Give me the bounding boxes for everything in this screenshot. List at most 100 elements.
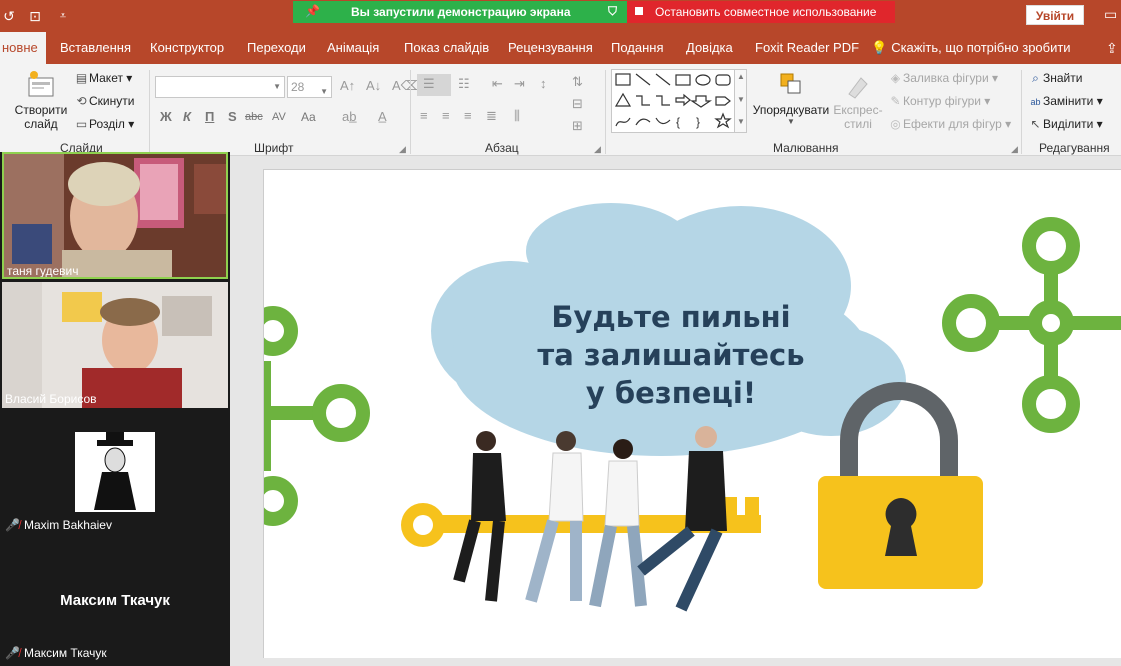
shield-icon: ⛉ (607, 4, 617, 18)
bullets-button[interactable]: ☰ (417, 74, 451, 96)
shadow-button[interactable]: S (228, 109, 237, 124)
section-icon: ▭ (75, 117, 88, 131)
login-button[interactable]: Увійти (1026, 5, 1084, 25)
align-center-icon[interactable]: ≡ (442, 108, 450, 123)
new-slide-label-line1: Створити (14, 103, 68, 117)
stop-share-label: Остановить совместное использование (655, 5, 877, 19)
text-direction-icon[interactable]: ⇅ (572, 74, 583, 90)
tab-insert[interactable]: Вставлення (60, 32, 131, 64)
shape-outline-label: Контур фігури (903, 94, 981, 108)
screen-share-status-text: Вы запустили демонстрацию экрана (351, 5, 571, 19)
decrease-indent-icon[interactable]: ⇤ (492, 76, 503, 92)
arrange-button[interactable]: Упорядкувати ▼ (752, 72, 830, 126)
quick-styles-button[interactable]: Експрес- стилі (832, 72, 884, 131)
reset-button[interactable]: ⟲ Скинути (74, 94, 134, 108)
justify-icon[interactable]: ≣ (486, 108, 497, 124)
slide-canvas[interactable]: Будьте пильні та залишайтесь у безпеці! (263, 169, 1121, 658)
increase-font-icon[interactable]: A↑ (340, 78, 355, 93)
tab-transitions[interactable]: Переходи (247, 32, 306, 64)
arrange-label: Упорядкувати (752, 103, 830, 117)
participant-video (4, 154, 226, 277)
font-dialog-launcher-icon[interactable]: ◢ (399, 144, 406, 155)
increase-indent-icon[interactable]: ⇥ (514, 76, 525, 92)
font-size-value: 28 (291, 80, 305, 94)
customize-toolbar-icon[interactable]: ⩡ (54, 7, 72, 25)
group-divider (605, 70, 606, 154)
pin-icon[interactable]: 📌 (305, 4, 320, 18)
character-spacing-button[interactable]: AV (272, 111, 286, 123)
font-name-input[interactable]: ▼ (155, 76, 285, 98)
align-text-icon[interactable]: ⊟ (572, 96, 583, 112)
tab-slide-show[interactable]: Показ слайдів (404, 32, 489, 64)
drawing-dialog-launcher-icon[interactable]: ◢ (1011, 144, 1018, 155)
tab-review[interactable]: Рецензування (508, 32, 593, 64)
numbering-icon[interactable]: ☷ (458, 76, 470, 92)
clear-formatting-icon[interactable]: A⌫ (392, 78, 419, 94)
shapes-gallery[interactable]: {} (611, 69, 747, 133)
italic-button[interactable]: К (183, 109, 191, 124)
replace-icon: ab (1030, 97, 1041, 107)
participant-tile[interactable]: таня гудевич (2, 152, 228, 279)
lightbulb-icon: 💡 (871, 40, 888, 55)
line-spacing-icon[interactable]: ↕ (540, 76, 547, 91)
decrease-font-icon[interactable]: A↓ (366, 78, 381, 93)
shape-effects-label: Ефекти для фігур (903, 117, 1002, 131)
shape-effects-button[interactable]: ◎ Ефекти для фігур ▾ (888, 117, 1011, 131)
paragraph-group-label: Абзац (485, 141, 519, 155)
ribbon-display-options-icon[interactable]: ▭ (1104, 6, 1121, 23)
stop-share-button[interactable]: Остановить совместное использование (627, 1, 895, 23)
mic-muted-icon: 🎤̸ (5, 646, 20, 660)
undo-icon[interactable]: ↺ (0, 7, 18, 25)
ribbon: Створити слайд ▤ Макет ▾ ⟲ Скинути ▭ Розділ… (0, 64, 1121, 156)
strikethrough-button[interactable]: abc (245, 111, 263, 123)
font-size-input[interactable]: 28 ▼ (287, 76, 332, 98)
tab-view[interactable]: Подання (611, 32, 664, 64)
replace-button[interactable]: ab Замінити ▾ (1028, 94, 1102, 108)
group-divider (1021, 70, 1022, 154)
participant-tile[interactable]: 🎤̸ Maxim Bakhaiev (2, 410, 228, 536)
align-right-icon[interactable]: ≡ (464, 108, 472, 123)
find-button[interactable]: ⌕ Знайти (1028, 71, 1082, 86)
bold-button[interactable]: Ж (160, 109, 172, 124)
slide-illustration (264, 203, 1121, 612)
smartart-icon[interactable]: ⊞ (572, 118, 583, 134)
quick-styles-label-line2: стилі (844, 117, 872, 131)
new-slide-button[interactable]: Створити слайд (12, 70, 70, 131)
shapes-gallery-scroll[interactable]: ▲ ▼ ▼ (734, 69, 747, 133)
participant-tile[interactable]: Власий Борисов (2, 282, 228, 408)
cursor-icon: ↖ (1030, 117, 1041, 131)
paragraph-dialog-launcher-icon[interactable]: ◢ (594, 144, 601, 155)
tab-home[interactable]: новне (0, 32, 46, 64)
align-left-icon[interactable]: ≡ (420, 108, 428, 123)
tab-design[interactable]: Конструктор (150, 32, 224, 64)
molecule-left (264, 306, 370, 526)
find-label: Знайти (1043, 71, 1083, 85)
underline-button[interactable]: П (205, 109, 214, 124)
shape-fill-label: Заливка фігури (903, 71, 989, 85)
highlight-icon[interactable]: ab̲ (342, 109, 356, 124)
start-from-beginning-icon[interactable]: ⊡ (26, 7, 44, 25)
svg-text:{: { (676, 115, 680, 129)
tab-help[interactable]: Довідка (686, 32, 733, 64)
participant-tile[interactable]: Максим Ткачук 🎤̸ Максим Ткачук (2, 538, 228, 666)
select-button[interactable]: ↖ Виділити ▾ (1028, 117, 1102, 131)
replace-label: Замінити (1043, 94, 1094, 108)
tab-animations[interactable]: Анімація (327, 32, 379, 64)
tell-me-box[interactable]: 💡 Скажіть, що потрібно зробити (871, 32, 1071, 64)
shape-fill-button[interactable]: ◈ Заливка фігури ▾ (888, 71, 998, 85)
layout-button[interactable]: ▤ Макет ▾ (74, 71, 133, 85)
share-icon[interactable]: ⇪ (1106, 40, 1118, 57)
section-button[interactable]: ▭ Розділ ▾ (74, 117, 134, 131)
paint-bucket-icon: ◈ (890, 71, 901, 85)
font-color-icon[interactable]: A̲ (378, 109, 387, 124)
change-case-button[interactable]: Aa (301, 110, 316, 124)
tab-foxit-reader-pdf[interactable]: Foxit Reader PDF (755, 32, 859, 64)
participant-name: Максим Ткачук (23, 646, 107, 660)
participant-video (2, 282, 228, 408)
participant-name-row: 🎤̸ Максим Ткачук (5, 646, 107, 660)
layout-label: Макет (89, 71, 123, 85)
shape-outline-button[interactable]: ✎ Контур фігури ▾ (888, 94, 990, 108)
columns-icon[interactable]: ⫼ (514, 108, 520, 124)
chevron-up-icon: ▲ (737, 72, 745, 81)
arrange-icon (780, 73, 801, 94)
